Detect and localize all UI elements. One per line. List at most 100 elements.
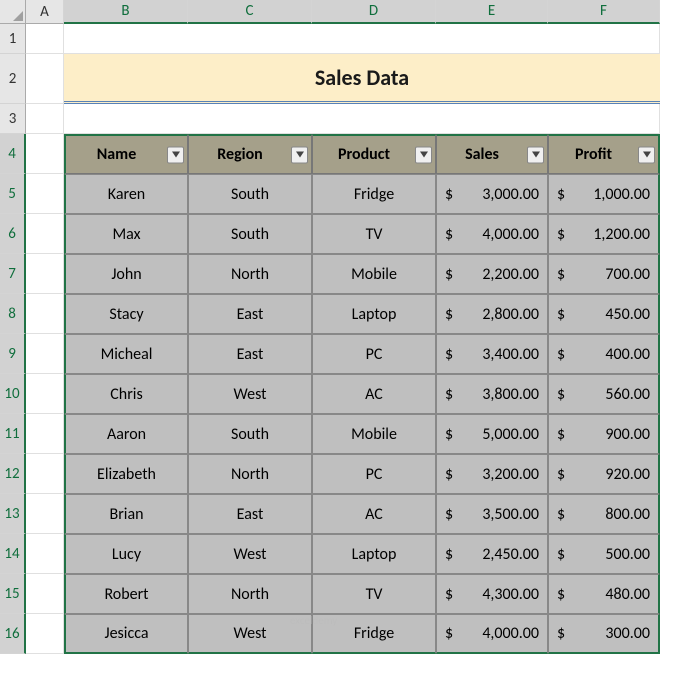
cell-region-7[interactable]: North: [188, 254, 312, 294]
row-header-14[interactable]: 14: [0, 534, 26, 574]
cell-sales-8[interactable]: $2,800.00: [436, 294, 548, 334]
row-header-6[interactable]: 6: [0, 214, 26, 254]
cell-product-13[interactable]: AC: [312, 494, 436, 534]
filter-button-profit[interactable]: [638, 146, 655, 163]
cell-profit-15[interactable]: $480.00: [548, 574, 660, 614]
cell-name-8[interactable]: Stacy: [64, 294, 188, 334]
cell-name-13[interactable]: Brian: [64, 494, 188, 534]
table-header-region[interactable]: Region: [188, 134, 312, 174]
cell-sales-15[interactable]: $4,300.00: [436, 574, 548, 614]
table-header-product[interactable]: Product: [312, 134, 436, 174]
cell-product-6[interactable]: TV: [312, 214, 436, 254]
cell-a1[interactable]: [26, 24, 64, 54]
cell-name-14[interactable]: Lucy: [64, 534, 188, 574]
cell-sales-12[interactable]: $3,200.00: [436, 454, 548, 494]
row-header-4[interactable]: 4: [0, 134, 26, 174]
row-header-3[interactable]: 3: [0, 104, 26, 134]
cell-profit-7[interactable]: $700.00: [548, 254, 660, 294]
row-header-5[interactable]: 5: [0, 174, 26, 214]
filter-button-sales[interactable]: [527, 146, 544, 163]
select-all-corner[interactable]: [0, 0, 26, 24]
cell-name-11[interactable]: Aaron: [64, 414, 188, 454]
row-header-12[interactable]: 12: [0, 454, 26, 494]
cell-name-9[interactable]: Micheal: [64, 334, 188, 374]
cell-sales-14[interactable]: $2,450.00: [436, 534, 548, 574]
cell-a5[interactable]: [26, 174, 64, 214]
row-header-13[interactable]: 13: [0, 494, 26, 534]
cell-product-7[interactable]: Mobile: [312, 254, 436, 294]
cell-name-15[interactable]: Robert: [64, 574, 188, 614]
cell-profit-16[interactable]: $300.00: [548, 614, 660, 654]
cell-range-b1-f1[interactable]: [64, 24, 660, 54]
cell-sales-5[interactable]: $3,000.00: [436, 174, 548, 214]
cell-name-6[interactable]: Max: [64, 214, 188, 254]
cell-name-7[interactable]: John: [64, 254, 188, 294]
row-header-2[interactable]: 2: [0, 54, 26, 104]
row-header-11[interactable]: 11: [0, 414, 26, 454]
cell-region-16[interactable]: West: [188, 614, 312, 654]
col-header-e[interactable]: E: [436, 0, 548, 24]
cell-product-15[interactable]: TV: [312, 574, 436, 614]
cell-sales-7[interactable]: $2,200.00: [436, 254, 548, 294]
col-header-f[interactable]: F: [548, 0, 660, 24]
row-header-16[interactable]: 16: [0, 614, 26, 654]
cell-region-14[interactable]: West: [188, 534, 312, 574]
cell-product-10[interactable]: AC: [312, 374, 436, 414]
cell-sales-6[interactable]: $4,000.00: [436, 214, 548, 254]
cell-profit-13[interactable]: $800.00: [548, 494, 660, 534]
cell-product-8[interactable]: Laptop: [312, 294, 436, 334]
cell-sales-10[interactable]: $3,800.00: [436, 374, 548, 414]
col-header-b[interactable]: B: [64, 0, 188, 24]
cell-region-12[interactable]: North: [188, 454, 312, 494]
cell-a2[interactable]: [26, 54, 64, 104]
cell-region-8[interactable]: East: [188, 294, 312, 334]
row-header-9[interactable]: 9: [0, 334, 26, 374]
col-header-a[interactable]: A: [26, 0, 64, 24]
cell-name-12[interactable]: Elizabeth: [64, 454, 188, 494]
cell-name-16[interactable]: Jesicca: [64, 614, 188, 654]
cell-region-9[interactable]: East: [188, 334, 312, 374]
cell-sales-16[interactable]: $4,000.00: [436, 614, 548, 654]
cell-a3[interactable]: [26, 104, 64, 134]
table-header-sales[interactable]: Sales: [436, 134, 548, 174]
cell-sales-11[interactable]: $5,000.00: [436, 414, 548, 454]
cell-profit-6[interactable]: $1,200.00: [548, 214, 660, 254]
row-header-7[interactable]: 7: [0, 254, 26, 294]
cell-a12[interactable]: [26, 454, 64, 494]
page-title[interactable]: Sales Data: [64, 54, 660, 104]
cell-sales-13[interactable]: $3,500.00: [436, 494, 548, 534]
cell-region-10[interactable]: West: [188, 374, 312, 414]
cell-region-15[interactable]: North: [188, 574, 312, 614]
cell-a8[interactable]: [26, 294, 64, 334]
cell-a15[interactable]: [26, 574, 64, 614]
row-header-8[interactable]: 8: [0, 294, 26, 334]
cell-product-5[interactable]: Fridge: [312, 174, 436, 214]
cell-region-13[interactable]: East: [188, 494, 312, 534]
table-header-name[interactable]: Name: [64, 134, 188, 174]
cell-profit-5[interactable]: $1,000.00: [548, 174, 660, 214]
cell-a9[interactable]: [26, 334, 64, 374]
cell-a13[interactable]: [26, 494, 64, 534]
row-header-15[interactable]: 15: [0, 574, 26, 614]
cell-sales-9[interactable]: $3,400.00: [436, 334, 548, 374]
cell-a10[interactable]: [26, 374, 64, 414]
cell-name-5[interactable]: Karen: [64, 174, 188, 214]
cell-product-16[interactable]: Fridge: [312, 614, 436, 654]
cell-region-11[interactable]: South: [188, 414, 312, 454]
cell-profit-12[interactable]: $920.00: [548, 454, 660, 494]
cell-range-b3-f3[interactable]: [64, 104, 660, 134]
cell-product-9[interactable]: PC: [312, 334, 436, 374]
cell-name-10[interactable]: Chris: [64, 374, 188, 414]
filter-button-name[interactable]: [167, 146, 184, 163]
col-header-c[interactable]: C: [188, 0, 312, 24]
cell-a14[interactable]: [26, 534, 64, 574]
cell-profit-11[interactable]: $900.00: [548, 414, 660, 454]
cell-profit-8[interactable]: $450.00: [548, 294, 660, 334]
filter-button-product[interactable]: [415, 146, 432, 163]
cell-a16[interactable]: [26, 614, 64, 654]
cell-profit-14[interactable]: $500.00: [548, 534, 660, 574]
cell-product-12[interactable]: PC: [312, 454, 436, 494]
cell-region-5[interactable]: South: [188, 174, 312, 214]
filter-button-region[interactable]: [291, 146, 308, 163]
cell-a4[interactable]: [26, 134, 64, 174]
